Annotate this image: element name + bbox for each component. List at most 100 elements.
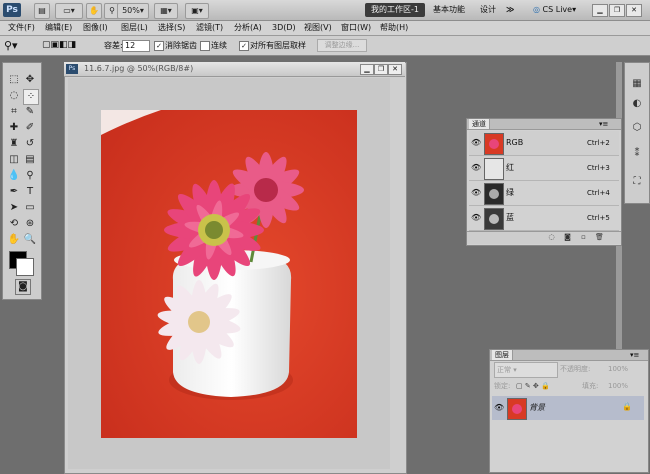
marquee-tool-icon[interactable]: ⬚ — [7, 73, 21, 87]
layers-menu-icon[interactable]: ▾≡ — [630, 350, 639, 360]
more-workspaces-icon[interactable]: ≫ — [506, 3, 514, 17]
menu-view[interactable]: 视图(V) — [304, 22, 332, 34]
quick-mask-icon[interactable]: ◙ — [15, 279, 31, 295]
opacity-value[interactable]: 100% — [608, 362, 628, 376]
channel-thumbnail — [484, 208, 504, 230]
eyedropper-tool-icon[interactable]: ✎ — [23, 105, 37, 119]
quick-select-tool-icon[interactable]: ⚲▾ — [4, 39, 30, 52]
close-icon[interactable]: ✕ — [626, 4, 642, 17]
menu-filter[interactable]: 滤镜(T) — [196, 22, 223, 34]
layers-tab[interactable]: 图层 — [492, 350, 513, 360]
visibility-eye-icon[interactable]: 👁 — [494, 402, 504, 414]
channel-row-blue[interactable]: 👁 蓝 Ctrl+5 — [469, 206, 619, 231]
gradient-tool-icon[interactable]: ▤ — [23, 153, 37, 167]
channel-row-rgb[interactable]: 👁 RGB Ctrl+2 — [469, 131, 619, 156]
minibridge-icon[interactable]: ▭▾ — [55, 3, 83, 19]
pen-tool-icon[interactable]: ✒ — [7, 185, 21, 199]
blend-mode-dropdown[interactable]: 正常 ▾ — [494, 362, 558, 378]
doc-restore-icon[interactable]: ❐ — [374, 64, 388, 75]
3d-rotate-tool-icon[interactable]: ⟲ — [7, 217, 21, 231]
hand-tool-icon[interactable]: ✋ — [7, 233, 21, 247]
visibility-eye-icon[interactable]: 👁 — [471, 137, 481, 149]
restore-icon[interactable]: ❐ — [609, 4, 625, 17]
flower-image — [101, 110, 357, 438]
doc-minimize-icon[interactable]: ▁ — [360, 64, 374, 75]
visibility-eye-icon[interactable]: 👁 — [471, 162, 481, 174]
history-brush-tool-icon[interactable]: ↺ — [23, 137, 37, 151]
channel-row-green[interactable]: 👁 绿 Ctrl+4 — [469, 181, 619, 206]
photoshop-logo: Ps — [3, 3, 21, 17]
menu-file[interactable]: 文件(F) — [8, 22, 35, 34]
channels-tab[interactable]: 通道 — [469, 119, 490, 129]
zoom-tool-icon[interactable]: 🔍 — [23, 233, 37, 247]
3d-orbit-tool-icon[interactable]: ⊛ — [23, 217, 37, 231]
menu-window[interactable]: 窗口(W) — [341, 22, 371, 34]
sample-all-layers-checkbox[interactable]: ✓ — [239, 41, 249, 51]
3d-panel-icon[interactable]: ⬡ — [629, 121, 645, 135]
lasso-tool-icon[interactable]: ◌ — [7, 89, 21, 103]
arrange-documents-icon[interactable]: ▦▾ — [154, 3, 178, 19]
selection-mode-icons[interactable]: ▢▣◧◨ — [42, 40, 92, 51]
menu-image[interactable]: 图像(I) — [83, 22, 108, 34]
lock-icons[interactable]: ▢ ✎ ✥ 🔒 — [516, 379, 550, 393]
document-tab[interactable]: Ps 11.6.7.jpg @ 50%(RGB/8#) ▁ ❐ ✕ — [64, 62, 405, 77]
clone-stamp-tool-icon[interactable]: ♜ — [7, 137, 21, 151]
color-panel-icon[interactable]: ▦ — [629, 77, 645, 91]
hand-tool-icon[interactable]: ✋ — [86, 3, 102, 19]
menu-3d[interactable]: 3D(D) — [272, 22, 296, 34]
layers-panel-header: 图层 ▾≡ — [490, 350, 648, 361]
visibility-eye-icon[interactable]: 👁 — [471, 187, 481, 199]
type-tool-icon[interactable]: T — [23, 185, 37, 199]
dodge-tool-icon[interactable]: ⚲ — [23, 169, 37, 183]
menu-edit[interactable]: 编辑(E) — [45, 22, 72, 34]
workspace-design[interactable]: 设计 — [480, 3, 496, 17]
crop-tool-icon[interactable]: ⌗ — [7, 105, 21, 119]
shape-tool-icon[interactable]: ▭ — [23, 201, 37, 215]
antialias-label: 消除锯齿 — [165, 41, 197, 50]
minimize-icon[interactable]: ▁ — [592, 4, 608, 17]
clone-source-panel-icon[interactable]: ⛶ — [629, 175, 645, 189]
zoom-level-dropdown[interactable]: 50%▾ — [117, 3, 149, 19]
photo-flowers[interactable] — [101, 110, 357, 438]
brush-panel-icon[interactable]: ⁑ — [629, 147, 645, 161]
background-color-swatch[interactable] — [16, 258, 34, 276]
channel-shortcut: Ctrl+5 — [587, 214, 610, 222]
layer-row-background[interactable]: 👁 背景 🔒 — [492, 396, 644, 420]
document-title: 11.6.7.jpg @ 50%(RGB/8#) — [84, 64, 194, 73]
channel-shortcut: Ctrl+3 — [587, 164, 610, 172]
bridge-icon[interactable]: ▤ — [34, 3, 50, 19]
eraser-tool-icon[interactable]: ◫ — [7, 153, 21, 167]
delete-channel-icon[interactable]: 🗑 — [595, 233, 604, 242]
adjustments-panel-icon[interactable]: ◐ — [629, 97, 645, 111]
layer-lock-icon: 🔒 — [622, 402, 632, 411]
load-selection-icon[interactable]: ◌ — [547, 233, 556, 242]
blur-tool-icon[interactable]: 💧 — [7, 169, 21, 183]
channels-menu-icon[interactable]: ▾≡ — [599, 119, 608, 129]
menu-layer[interactable]: 图层(L) — [121, 22, 148, 34]
refine-edge-button[interactable]: 调整边缘... — [317, 39, 367, 52]
channel-row-red[interactable]: 👁 红 Ctrl+3 — [469, 156, 619, 181]
workspace-essentials[interactable]: 基本功能 — [433, 3, 465, 17]
contiguous-checkbox[interactable] — [200, 41, 210, 51]
save-selection-icon[interactable]: ◙ — [563, 233, 572, 242]
healing-brush-tool-icon[interactable]: ✚ — [7, 121, 21, 135]
tolerance-input[interactable]: 12 — [122, 40, 150, 52]
doc-close-icon[interactable]: ✕ — [388, 64, 402, 75]
cs-live-label: CS Live▾ — [542, 5, 577, 14]
menu-help[interactable]: 帮助(H) — [380, 22, 408, 34]
quick-selection-tool-icon[interactable]: ⁘ — [23, 89, 39, 105]
menu-analysis[interactable]: 分析(A) — [234, 22, 262, 34]
channel-shortcut: Ctrl+2 — [587, 139, 610, 147]
screen-mode-icon[interactable]: ▣▾ — [185, 3, 209, 19]
workspace-my-workspace[interactable]: 我的工作区-1 — [365, 3, 425, 17]
lock-label: 锁定: — [494, 382, 511, 390]
cs-live-button[interactable]: ◎ CS Live▾ — [533, 3, 576, 17]
menu-select[interactable]: 选择(S) — [158, 22, 185, 34]
path-selection-tool-icon[interactable]: ➤ — [7, 201, 21, 215]
move-tool-icon[interactable]: ✥ — [23, 73, 37, 87]
brush-tool-icon[interactable]: ✐ — [23, 121, 37, 135]
fill-value[interactable]: 100% — [608, 379, 628, 393]
visibility-eye-icon[interactable]: 👁 — [471, 212, 481, 224]
antialias-checkbox[interactable]: ✓ — [154, 41, 164, 51]
new-channel-icon[interactable]: ▫ — [579, 233, 588, 242]
